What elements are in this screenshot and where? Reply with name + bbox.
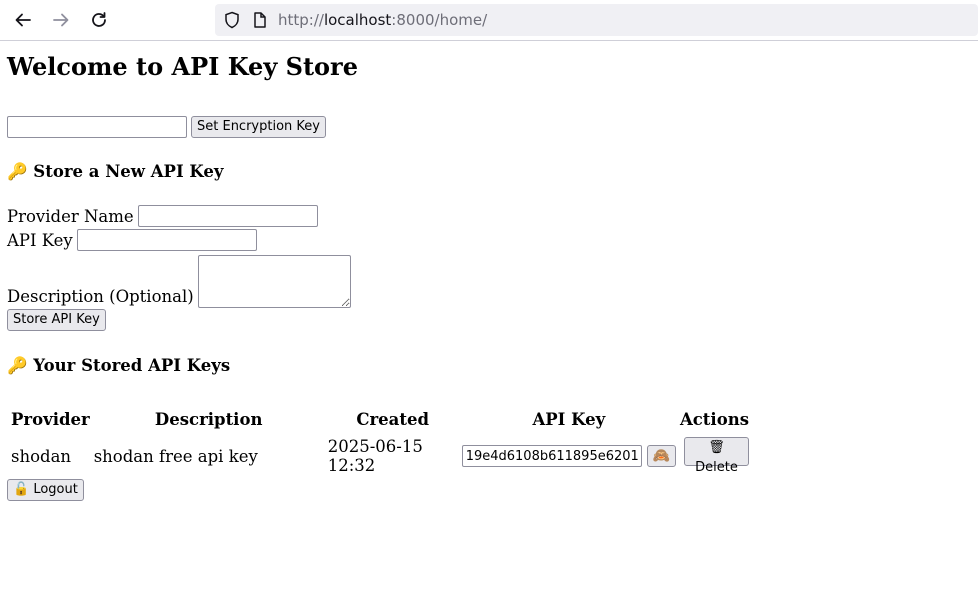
header-description: Description: [154, 410, 263, 429]
url-rest: :8000/home/: [391, 11, 488, 29]
page-content: Welcome to API Key Store Set Encryption …: [0, 51, 978, 501]
page-icon: [251, 11, 269, 29]
back-button[interactable]: [5, 2, 41, 38]
back-arrow-icon: [15, 13, 31, 27]
api-key-value-field[interactable]: [461, 445, 642, 468]
table-header-row: Provider Description Created API Key Act…: [10, 405, 750, 434]
store-key-form: Provider Name API Key Description (Optio…: [7, 204, 971, 331]
shield-icon[interactable]: [223, 11, 241, 29]
encryption-key-input[interactable]: [7, 116, 187, 138]
toggle-visibility-button[interactable]: 🙈: [646, 444, 676, 467]
header-created: Created: [356, 410, 430, 429]
header-provider: Provider: [11, 410, 90, 429]
address-bar[interactable]: http://localhost:8000/home/: [215, 4, 978, 36]
stored-keys-table: Provider Description Created API Key Act…: [8, 403, 752, 478]
provider-name-input[interactable]: [137, 205, 318, 227]
reload-button[interactable]: [81, 2, 117, 38]
set-encryption-key-button[interactable]: Set Encryption Key: [191, 116, 326, 138]
cell-actions: 🗑 Delete: [679, 436, 750, 476]
cell-provider: shodan: [11, 446, 72, 466]
cell-created: 2025-06-15 12:32: [327, 437, 423, 475]
api-key-label: API Key: [7, 230, 73, 250]
page-title: Welcome to API Key Store: [7, 52, 358, 81]
store-api-key-button[interactable]: Store API Key: [7, 309, 106, 331]
description-row: Description (Optional): [7, 253, 971, 308]
description-textarea[interactable]: [197, 255, 351, 308]
url-host: localhost: [323, 11, 392, 29]
forward-button[interactable]: [43, 2, 79, 38]
stored-keys-heading: 🔑 Your Stored API Keys: [7, 356, 231, 375]
table-row: shodan shodan free api key 2025-06-15 12…: [10, 436, 750, 476]
store-key-heading: 🔑 Store a New API Key: [7, 162, 224, 181]
forward-arrow-icon: [53, 13, 69, 27]
description-label: Description (Optional): [7, 287, 194, 306]
delete-button[interactable]: 🗑 Delete: [683, 437, 749, 475]
url-prefix: http://: [278, 11, 324, 29]
header-api-key: API Key: [532, 410, 606, 429]
cell-api-key: 🙈: [461, 436, 677, 476]
url-text[interactable]: http://localhost:8000/home/: [278, 11, 487, 29]
provider-row: Provider Name: [7, 204, 971, 228]
api-key-row: API Key: [7, 228, 971, 252]
provider-label: Provider Name: [7, 206, 134, 226]
header-actions: Actions: [679, 410, 749, 429]
logout-button[interactable]: 🔓 Logout: [7, 479, 84, 501]
browser-toolbar: http://localhost:8000/home/: [0, 0, 978, 41]
reload-icon: [92, 12, 106, 27]
cell-description: shodan free api key: [93, 446, 258, 466]
api-key-input[interactable]: [76, 229, 257, 251]
encryption-key-row: Set Encryption Key: [7, 116, 971, 138]
